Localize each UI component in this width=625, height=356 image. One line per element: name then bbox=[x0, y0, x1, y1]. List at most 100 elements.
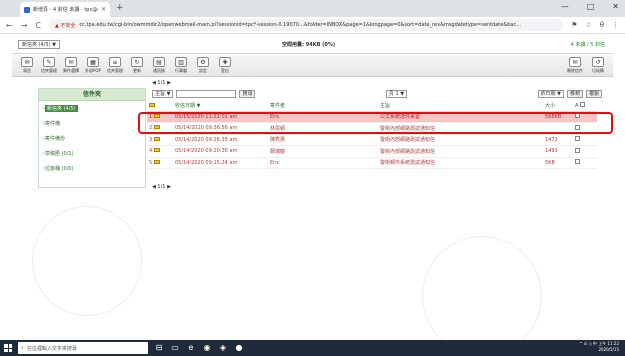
edge-icon[interactable]: e bbox=[186, 343, 196, 353]
table-row[interactable]: 5. 05/14/2020 09:15:24 am Eric 警衛郵件系統測試通… bbox=[147, 157, 597, 169]
row-checkbox[interactable] bbox=[575, 159, 580, 165]
trash-button[interactable]: ↺ 垃圾桶 bbox=[587, 57, 609, 77]
copy-button[interactable]: 複製 bbox=[586, 89, 603, 98]
security-warning[interactable]: ▲ 不安全 bbox=[55, 22, 75, 29]
header-size[interactable]: 大小 bbox=[543, 101, 573, 112]
row-checkbox[interactable] bbox=[575, 147, 580, 153]
table-header: 收信日期 ▼ 寄件者 主旨 大小 A bbox=[147, 101, 597, 112]
envelope-icon bbox=[153, 159, 160, 164]
translate-icon[interactable]: ⚑ bbox=[571, 21, 577, 29]
table-row[interactable]: 4. 05/14/2020 09:20:36 am 鄭瑞龍 警衛內部網路測試通知… bbox=[147, 145, 597, 158]
row-date: 05/14/2020 09:20:36 am bbox=[173, 145, 268, 158]
app-icon[interactable]: ◉ bbox=[202, 343, 212, 353]
pop-icon: ▦ bbox=[87, 57, 99, 67]
calendar-button[interactable]: ▥ 行事曆 bbox=[170, 57, 192, 77]
header-select-all[interactable]: A bbox=[573, 101, 597, 112]
move-button[interactable]: 移到 bbox=[566, 89, 583, 98]
refresh-button[interactable]: ↻ 更新 bbox=[126, 57, 148, 77]
gear-icon: ⚙ bbox=[197, 57, 209, 67]
search-field-select[interactable]: 主旨 ▼ bbox=[152, 89, 174, 98]
chrome-icon[interactable]: ● bbox=[234, 343, 244, 353]
search-button[interactable]: 搜尋 bbox=[239, 89, 256, 98]
account-strip: 新信夾 (4/5) ▼ 空間用量: 94KB (0%) 4 未讀 / 5 封信 bbox=[12, 36, 613, 54]
sidebar-item-sent[interactable]: › 寄件備 bbox=[39, 116, 145, 131]
compose-button[interactable]: ✉ 寫信 bbox=[16, 57, 38, 77]
system-tray[interactable]: ^ ⊡ ◁ 中 上午 11:22 2020/5/15 bbox=[579, 341, 619, 353]
sidebar-item-inbox[interactable]: › 新信夾 (4/5) bbox=[39, 101, 145, 116]
tab-close-icon[interactable]: ✕ bbox=[101, 6, 106, 13]
header-icon bbox=[147, 101, 173, 112]
folder-manage-button[interactable]: ≡ 信夾管理 bbox=[104, 57, 126, 77]
browser-titlebar: 新增頁 - 4 封信 未讀 - tpc@ccc... ✕ + — □ ✕ bbox=[0, 0, 625, 17]
minimize-button[interactable]: — bbox=[561, 2, 569, 11]
sidebar-item-sent-backup[interactable]: › 寄件備份 bbox=[39, 131, 145, 146]
highlight-box bbox=[138, 112, 613, 134]
sidebar-item-drafts[interactable]: › 草稿匣 (0/1) bbox=[39, 146, 145, 161]
mail-toolbar: ✉ 寫信 ✎ 信夾管理 ✉ 郵件選擇 ▦ 外部POP ≡ 信夾管理 ↻ 更新 ▤ 通訊錄 ▥ 行… bbox=[12, 55, 613, 77]
sidebar-title: 信件夾 bbox=[39, 89, 145, 101]
reload-button[interactable]: C bbox=[35, 21, 41, 30]
file-explorer-icon[interactable]: ▭ bbox=[170, 343, 180, 353]
envelope-icon bbox=[153, 136, 160, 141]
row-subject[interactable]: 警衛郵件系統測試通知信 bbox=[378, 157, 543, 169]
addressbook-button[interactable]: ▤ 通訊錄 bbox=[148, 57, 170, 77]
logout-icon: ✚ bbox=[219, 57, 231, 67]
favicon-icon bbox=[24, 6, 30, 13]
logout-button[interactable]: ✚ 登出 bbox=[214, 57, 236, 77]
sidebar-item-trash[interactable]: › 垃圾桶 (0/0) bbox=[39, 161, 145, 176]
settings-button[interactable]: ⚙ 設定 bbox=[192, 57, 214, 77]
background-globe bbox=[32, 206, 142, 316]
new-tab-button[interactable]: + bbox=[116, 3, 124, 13]
row-from[interactable]: 陳秀惠 bbox=[268, 134, 378, 146]
envelope-icon bbox=[153, 148, 160, 153]
delete-mail-button[interactable]: ✉ 刪除信件 bbox=[564, 57, 586, 77]
bookmark-star-icon[interactable]: ☆ bbox=[585, 21, 591, 29]
address-bar[interactable]: ▲ 不安全 cc.tpa.edu.tw/cgi-bin/owmmdir2/ope… bbox=[49, 19, 564, 31]
url-text: cc.tpa.edu.tw/cgi-bin/owmmdir2/openwebma… bbox=[79, 22, 522, 28]
browser-actions: ⚑ ☆ θ ⋮ bbox=[571, 21, 619, 29]
folder-edit-icon: ✎ bbox=[43, 57, 55, 67]
calendar-icon: ▥ bbox=[175, 57, 187, 67]
pager-bottom[interactable]: ◀ 1/1 ▶ bbox=[152, 184, 171, 190]
task-view-icon[interactable]: ⊟ bbox=[154, 343, 164, 353]
menu-icon[interactable]: ⋮ bbox=[612, 21, 619, 29]
row-subject[interactable]: 警衛內部網路測試通知信 bbox=[378, 134, 543, 146]
back-button[interactable]: ← bbox=[6, 21, 13, 30]
windows-start-icon[interactable] bbox=[4, 344, 12, 352]
table-row[interactable]: 3. 05/14/2020 09:26:35 am 陳秀惠 警衛內部網路測試通知… bbox=[147, 134, 597, 146]
clock-time: 上午 11:22 bbox=[598, 341, 619, 346]
row-from[interactable]: 鄭瑞龍 bbox=[268, 145, 378, 158]
tray-icons[interactable]: ^ ⊡ ◁ 中 bbox=[579, 341, 597, 346]
row-size: 1472 bbox=[543, 134, 573, 146]
pager-top[interactable]: ◀ 1/1 ▶ bbox=[152, 80, 171, 86]
webmail-app: 新信夾 (4/5) ▼ 空間用量: 94KB (0%) 4 未讀 / 5 封信 … bbox=[12, 36, 613, 356]
folders-button[interactable]: ✎ 信夾管理 bbox=[38, 57, 60, 77]
row-subject[interactable]: 警衛內部網路測試通知信 bbox=[378, 145, 543, 158]
header-from[interactable]: 寄件者 bbox=[268, 101, 378, 112]
taskbar: ⌕ 在這裡輸入文字來搜尋 ⊟ ▭ e ◉ ◈ ● ^ ⊡ ◁ 中 上午 11:2… bbox=[0, 340, 625, 356]
forward-button[interactable]: → bbox=[21, 21, 28, 30]
close-window-button[interactable]: ✕ bbox=[612, 2, 619, 11]
account-select[interactable]: 新信夾 (4/5) ▼ bbox=[18, 40, 60, 49]
select-mail-button[interactable]: ✉ 郵件選擇 bbox=[60, 57, 82, 77]
search-input[interactable] bbox=[176, 89, 237, 98]
quota-text: 空間用量: 94KB (0%) bbox=[282, 42, 336, 48]
trash-icon: ↺ bbox=[592, 57, 604, 67]
addressbook-icon: ▤ bbox=[153, 57, 165, 67]
maximize-button[interactable]: □ bbox=[587, 2, 595, 11]
row-checkbox[interactable] bbox=[575, 136, 580, 142]
header-subject[interactable]: 主旨 bbox=[378, 101, 543, 112]
row-from[interactable]: Eric bbox=[268, 157, 378, 169]
profile-icon[interactable]: θ bbox=[600, 21, 604, 29]
browser-tab[interactable]: 新增頁 - 4 封信 未讀 - tpc@ccc... ✕ bbox=[20, 2, 110, 17]
taskbar-search[interactable]: ⌕ 在這裡輸入文字來搜尋 bbox=[18, 342, 148, 354]
header-date[interactable]: 收信日期 ▼ bbox=[173, 101, 268, 112]
background-globe bbox=[422, 236, 542, 356]
sort-select[interactable]: 依日期 ▼ bbox=[537, 89, 564, 98]
page-select[interactable]: 頁 1 ▼ bbox=[385, 89, 408, 98]
select-all-checkbox[interactable] bbox=[580, 102, 586, 108]
app-icon[interactable]: ◈ bbox=[218, 343, 228, 353]
window-buttons: — □ ✕ bbox=[561, 2, 619, 11]
refresh-icon: ↻ bbox=[131, 57, 143, 67]
pop-button[interactable]: ▦ 外部POP bbox=[82, 57, 104, 77]
